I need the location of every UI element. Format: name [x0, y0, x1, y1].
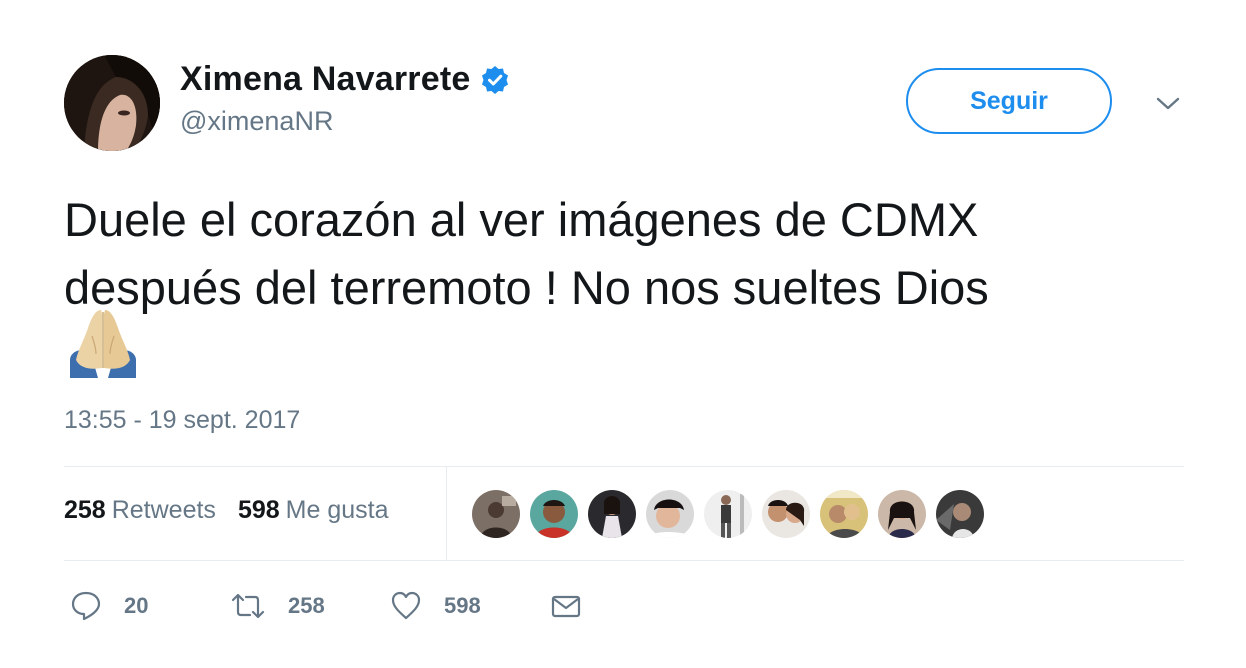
chevron-down-icon[interactable]	[1154, 92, 1182, 116]
like-button[interactable]: 598	[390, 590, 550, 622]
likes-count: 598	[237, 496, 280, 524]
likes-label: Me gusta	[285, 496, 389, 524]
likers-list	[472, 490, 994, 538]
liker-avatar-2[interactable]	[530, 490, 578, 538]
retweets-label: Retweets	[111, 496, 216, 524]
tweet-text: Duele el corazón al ver imágenes de CDMX…	[64, 193, 989, 314]
liker-avatar-4[interactable]	[646, 490, 694, 538]
like-count: 598	[444, 593, 481, 618]
liker-avatar-6[interactable]	[762, 490, 810, 538]
folded-hands-icon	[68, 306, 138, 378]
likes-stat[interactable]: 598 Me gusta	[238, 496, 389, 525]
heart-icon	[390, 590, 422, 622]
tweet-actions: 20 258 598	[70, 590, 582, 622]
divider	[64, 560, 1184, 561]
author-avatar[interactable]	[64, 55, 160, 151]
author-display-name[interactable]: Ximena Navarrete	[180, 60, 470, 99]
author-handle[interactable]: @ximenaNR	[180, 106, 333, 137]
liker-avatar-1[interactable]	[472, 490, 520, 538]
reply-count: 20	[124, 593, 149, 618]
retweet-button[interactable]: 258	[230, 590, 390, 622]
verified-badge-icon	[480, 65, 510, 95]
follow-button[interactable]: Seguir	[906, 68, 1112, 134]
liker-avatar-5[interactable]	[704, 490, 752, 538]
liker-avatar-7[interactable]	[820, 490, 868, 538]
author-name-row: Ximena Navarrete	[180, 60, 510, 99]
envelope-icon	[550, 590, 582, 622]
liker-avatar-8[interactable]	[878, 490, 926, 538]
divider	[64, 466, 1184, 467]
retweet-icon	[230, 590, 266, 622]
stats-divider	[446, 467, 447, 560]
liker-avatar-9[interactable]	[936, 490, 984, 538]
retweet-count: 258	[288, 593, 325, 618]
retweets-stat[interactable]: 258 Retweets	[64, 496, 216, 525]
liker-avatar-3[interactable]	[588, 490, 636, 538]
tweet-stats: 258 Retweets 598 Me gusta	[64, 496, 411, 525]
reply-button[interactable]: 20	[70, 590, 230, 622]
reply-icon	[70, 590, 102, 622]
tweet-timestamp[interactable]: 13:55 - 19 sept. 2017	[64, 406, 300, 435]
retweets-count: 258	[64, 496, 106, 524]
direct-message-button[interactable]	[550, 590, 582, 622]
